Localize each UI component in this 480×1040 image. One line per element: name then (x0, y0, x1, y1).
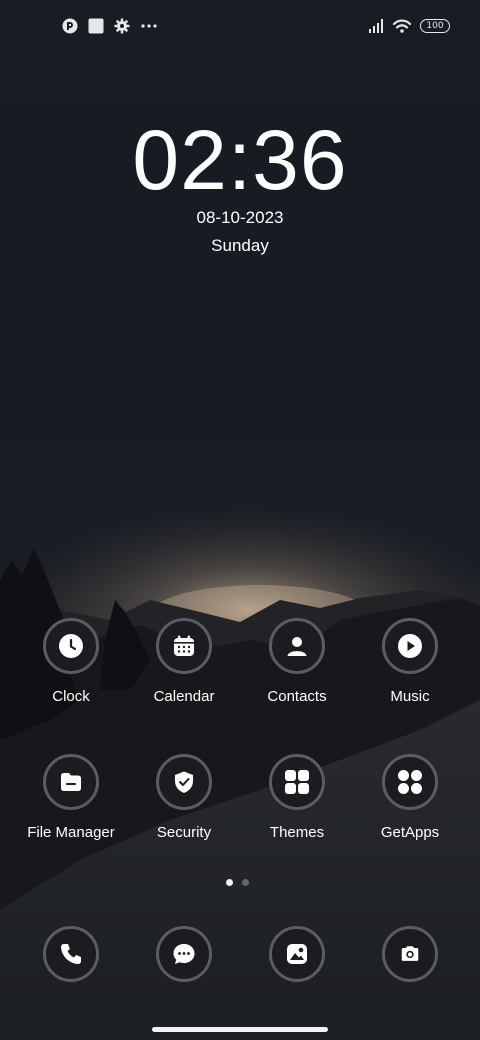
settings-gear-icon (114, 18, 130, 34)
clock-day: Sunday (211, 236, 269, 255)
wifi-icon (392, 18, 412, 34)
person-icon (269, 618, 325, 674)
clock-date: 08-10-2023 (196, 208, 284, 227)
shield-icon (156, 754, 212, 810)
camera-icon (382, 926, 438, 982)
clock-icon (43, 618, 99, 674)
app-label: Themes (269, 824, 325, 841)
app-label: Security (156, 824, 212, 841)
app-security[interactable]: Security (124, 754, 244, 841)
dock-camera[interactable] (350, 926, 470, 982)
square-notification-icon (88, 18, 104, 34)
message-icon (156, 926, 212, 982)
app-label: GetApps (380, 824, 440, 841)
page-indicator[interactable] (226, 879, 249, 886)
grid-circles-icon (382, 754, 438, 810)
app-file-manager[interactable]: File Manager (11, 754, 131, 841)
app-label: Music (390, 688, 430, 705)
gallery-icon (269, 926, 325, 982)
home-screen: 100 02:36 08-10-2023 Sunday Clock Calend… (0, 0, 480, 1040)
more-dots-icon (140, 18, 158, 34)
app-getapps[interactable]: GetApps (350, 754, 470, 841)
notification-icons (62, 18, 158, 34)
app-label: Calendar (153, 688, 215, 705)
home-gesture-bar[interactable] (152, 1027, 328, 1032)
dock-gallery[interactable] (237, 926, 357, 982)
app-label: File Manager (27, 824, 115, 841)
app-calendar[interactable]: Calendar (124, 618, 244, 705)
app-clock[interactable]: Clock (11, 618, 131, 705)
dock-messages[interactable] (124, 926, 244, 982)
signal-icon (368, 18, 384, 34)
page-dot (242, 879, 249, 886)
play-icon (382, 618, 438, 674)
clock-time[interactable]: 02:36 (0, 112, 480, 208)
app-label: Contacts (267, 688, 327, 705)
app-contacts[interactable]: Contacts (237, 618, 357, 705)
folder-icon (43, 754, 99, 810)
grid-squares-icon (269, 754, 325, 810)
app-notification-icon (62, 18, 78, 34)
app-themes[interactable]: Themes (237, 754, 357, 841)
app-music[interactable]: Music (350, 618, 470, 705)
calendar-icon (156, 618, 212, 674)
page-dot-active (226, 879, 233, 886)
phone-icon (43, 926, 99, 982)
dock-phone[interactable] (11, 926, 131, 982)
status-bar: 100 (0, 0, 480, 56)
system-icons: 100 (368, 18, 450, 34)
app-label: Clock (52, 688, 90, 705)
battery-indicator: 100 (420, 19, 450, 33)
